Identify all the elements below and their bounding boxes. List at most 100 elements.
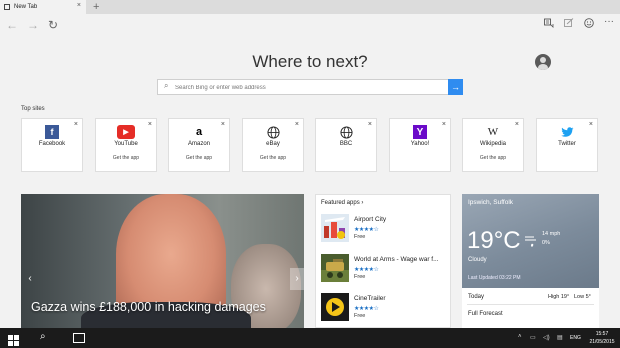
app-price: Free	[354, 234, 366, 240]
app-item[interactable]: Airport City ★★★★☆ Free	[321, 214, 449, 244]
top-site-facebook[interactable]: × f Facebook	[21, 118, 83, 172]
forecast-low: Low 5°	[574, 294, 591, 300]
page-icon	[4, 4, 10, 10]
top-site-label: Amazon	[187, 141, 210, 147]
featured-apps-panel: Featured apps › Airport City ★★★★☆ Free …	[315, 194, 451, 328]
tab-title: New Tab	[14, 4, 38, 10]
close-icon[interactable]: ×	[148, 121, 152, 128]
top-site-label: eBay	[266, 141, 280, 147]
close-icon[interactable]: ×	[442, 121, 446, 128]
top-site-ebay[interactable]: × eBay Get the app	[242, 118, 304, 172]
news-card[interactable]: ‹ › Gazza wins £188,000 in hacking damag…	[21, 194, 304, 328]
wind-icon	[524, 234, 538, 247]
app-name: CineTrailer	[354, 295, 386, 302]
close-icon[interactable]: ×	[368, 121, 372, 128]
forward-icon[interactable]: →	[27, 17, 39, 33]
facebook-icon: f	[45, 125, 59, 139]
web-note-icon[interactable]	[564, 18, 574, 31]
wikipedia-icon: W	[487, 126, 499, 138]
tab-new-tab[interactable]: New Tab ×	[0, 0, 86, 14]
smiley-icon[interactable]	[584, 18, 594, 31]
get-app-link[interactable]: Get the app	[169, 155, 229, 161]
cinetrailer-icon	[321, 293, 349, 321]
close-icon[interactable]: ×	[295, 121, 299, 128]
top-site-bbc[interactable]: × BBC	[315, 118, 377, 172]
news-headline[interactable]: Gazza wins £188,000 in hacking damages	[31, 299, 301, 315]
get-app-link[interactable]: Get the app	[96, 155, 156, 161]
close-icon[interactable]: ×	[515, 121, 519, 128]
search-box: ⌕ →	[157, 79, 463, 95]
top-site-yahoo[interactable]: × Y Yahoo!	[389, 118, 451, 172]
globe-icon	[266, 125, 280, 139]
weather-location: Ipswich, Suffolk	[468, 199, 514, 206]
yahoo-icon: Y	[413, 125, 427, 139]
volume-icon[interactable]: ◁)	[543, 334, 550, 341]
featured-apps-header[interactable]: Featured apps ›	[321, 200, 363, 206]
chevron-left-icon[interactable]: ‹	[23, 268, 37, 290]
top-site-twitter[interactable]: × Twitter	[536, 118, 598, 172]
app-rating: ★★★★☆	[354, 306, 379, 312]
top-site-amazon[interactable]: × a Amazon Get the app	[168, 118, 230, 172]
refresh-icon[interactable]: ↻	[48, 17, 58, 33]
search-input[interactable]	[175, 82, 445, 93]
youtube-icon: ▶	[117, 125, 135, 139]
amazon-icon: a	[195, 126, 203, 138]
app-name: World at Arms - Wage war f...	[354, 256, 439, 263]
tab-bar: New Tab × +	[0, 0, 620, 14]
top-site-label: Twitter	[558, 141, 576, 147]
weather-rain: 0%	[542, 240, 550, 246]
chevron-right-icon[interactable]: ›	[290, 268, 304, 290]
navigation-bar: ← → ↻ ···	[0, 14, 620, 36]
weather-updated: Last Updated 03:22 PM	[468, 275, 521, 281]
app-item[interactable]: CineTrailer ★★★★☆ Free	[321, 293, 449, 323]
world-at-arms-icon	[321, 254, 349, 282]
weather-condition: Cloudy	[468, 257, 487, 263]
app-rating: ★★★★☆	[354, 227, 379, 233]
network-icon[interactable]: ▭	[530, 334, 536, 341]
more-icon[interactable]: ···	[604, 16, 614, 27]
chevron-up-icon[interactable]: ˄	[518, 334, 522, 340]
top-site-label: Yahoo!	[410, 141, 430, 147]
close-icon[interactable]: ×	[74, 121, 78, 128]
go-button[interactable]: →	[448, 79, 463, 95]
app-name: Airport City	[354, 216, 387, 223]
task-view-icon[interactable]	[73, 333, 85, 343]
forecast-high: High 19°	[548, 294, 570, 300]
app-price: Free	[354, 313, 366, 319]
get-app-link[interactable]: Get the app	[463, 155, 523, 161]
taskbar: ⌕ ˄ ▭ ◁) ▤ ENG 15:57 21/05/2015	[0, 328, 620, 348]
divider	[467, 304, 594, 305]
new-tab-button[interactable]: +	[93, 0, 99, 14]
avatar[interactable]	[535, 54, 551, 70]
app-price: Free	[354, 274, 366, 280]
app-item[interactable]: World at Arms - Wage war f... ★★★★☆ Free	[321, 254, 449, 284]
weather-card[interactable]: Ipswich, Suffolk 19°C 14 mph 0% Cloudy L…	[462, 194, 599, 328]
back-icon[interactable]: ←	[6, 17, 18, 33]
close-icon[interactable]: ×	[221, 121, 225, 128]
top-site-youtube[interactable]: × ▶ YouTube Get the app	[95, 118, 157, 172]
notification-icon[interactable]: ▤	[557, 334, 563, 341]
globe-icon	[339, 125, 353, 139]
clock-date: 21/05/2015	[589, 339, 615, 345]
airport-city-icon	[321, 214, 349, 242]
top-sites-label: Top sites	[21, 106, 45, 112]
get-app-link[interactable]: Get the app	[243, 155, 303, 161]
weather-wind: 14 mph	[542, 231, 561, 237]
top-site-wikipedia[interactable]: × W Wikipedia Get the app	[462, 118, 524, 172]
language-indicator[interactable]: ENG	[570, 335, 581, 341]
forecast-day: Today	[468, 294, 485, 300]
page-title: Where to next?	[252, 52, 368, 71]
app-rating: ★★★★☆	[354, 267, 379, 273]
search-icon: ⌕	[164, 81, 169, 90]
twitter-icon	[560, 125, 574, 139]
top-site-label: YouTube	[114, 141, 138, 147]
hub-icon[interactable]	[544, 18, 554, 31]
windows-start-icon[interactable]	[8, 333, 19, 346]
close-tab-icon[interactable]: ×	[77, 2, 81, 9]
search-icon[interactable]: ⌕	[40, 331, 46, 342]
close-icon[interactable]: ×	[589, 121, 593, 128]
top-site-label: BBC	[339, 141, 353, 147]
top-site-label: Wikipedia	[479, 141, 506, 147]
full-forecast-link[interactable]: Full Forecast	[468, 311, 503, 317]
clock[interactable]: 15:57 21/05/2015	[585, 330, 619, 346]
